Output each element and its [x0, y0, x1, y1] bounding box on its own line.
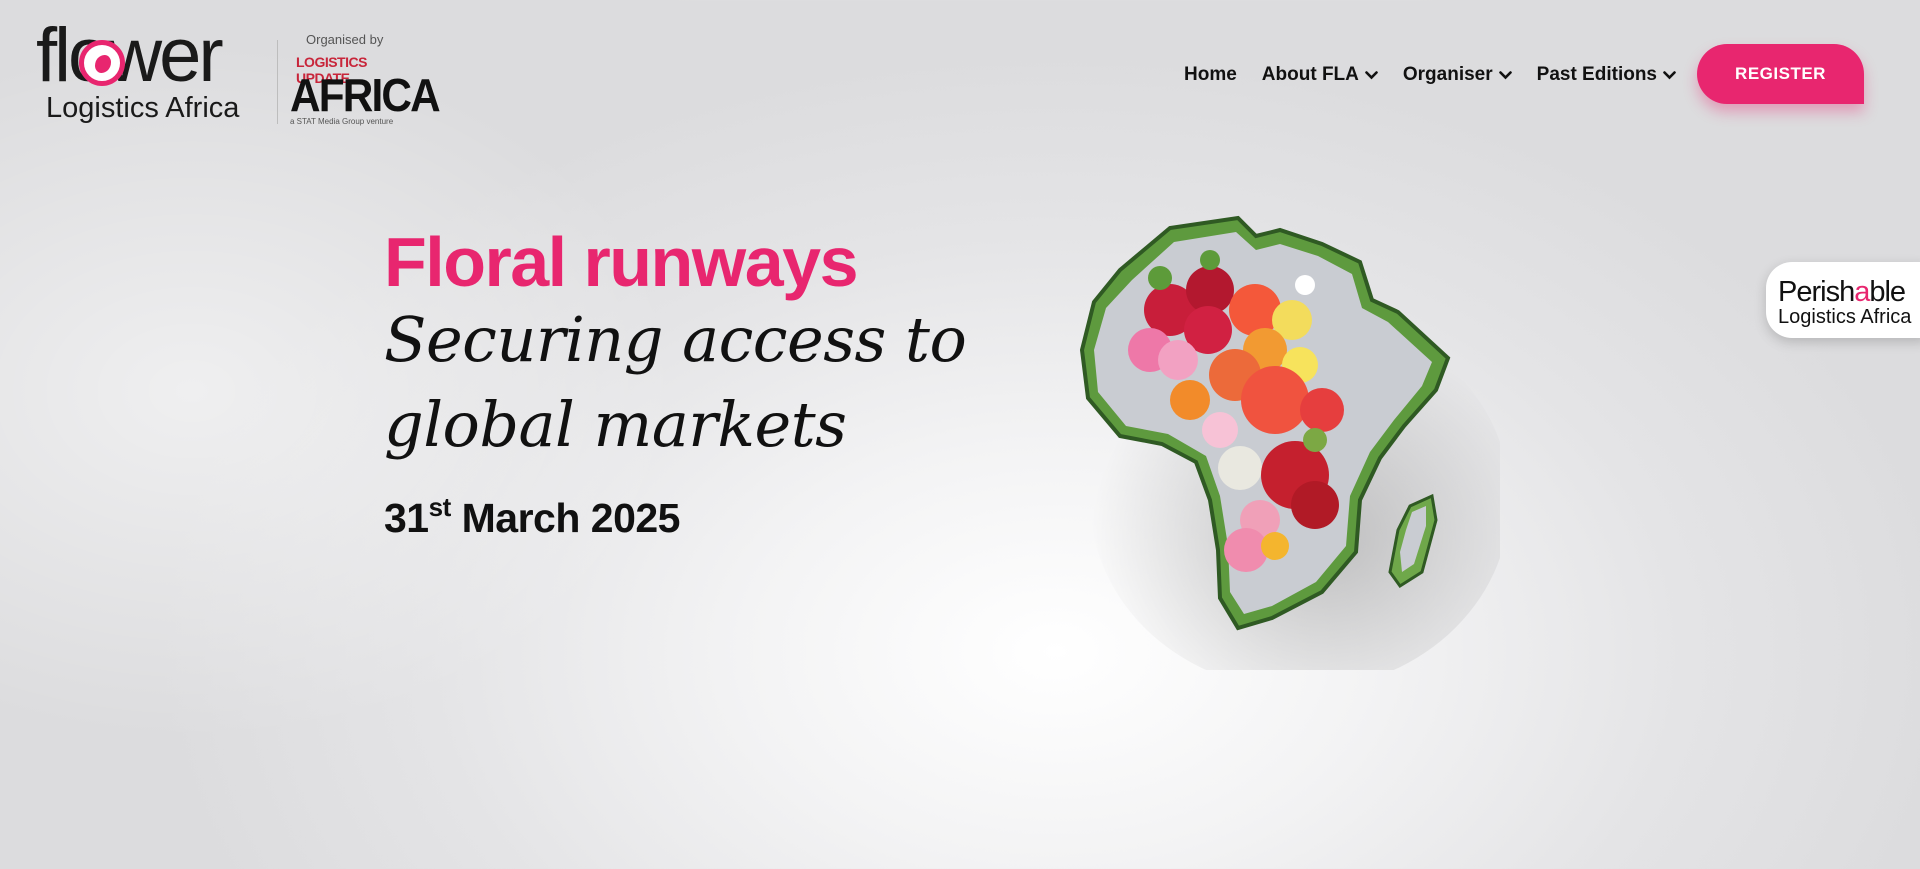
badge-title-part-2: ble [1869, 276, 1906, 308]
chevron-down-icon [1498, 64, 1512, 86]
event-date: 31st March 2025 [384, 492, 680, 542]
organiser-main-text: AFRICA [290, 69, 441, 121]
hero-title: Floral runways [384, 223, 859, 301]
nav-organiser[interactable]: Organiser [1403, 64, 1512, 86]
register-button[interactable]: REGISTER [1697, 44, 1864, 104]
chevron-down-icon [1663, 64, 1676, 86]
logo-word: flower [36, 13, 224, 98]
event-date-suffix: st [428, 492, 452, 522]
hero-subtitle-line-1: Securing access to [384, 303, 967, 376]
organiser-tagline: a STAT Media Group venture [290, 117, 394, 126]
nav-organiser-label: Organiser [1402, 64, 1493, 85]
flower-logistics-africa-logo[interactable]: flower Logistics Africa [36, 18, 272, 130]
africa-map-image [1079, 215, 1510, 690]
nav-home[interactable]: Home [1184, 64, 1237, 86]
event-date-rest: March 2025 [450, 495, 681, 541]
logo-divider [277, 40, 278, 124]
main-nav: Home About FLA Organiser Past Editions [1184, 64, 1701, 86]
flower-emblem-icon [79, 40, 125, 86]
hero-subtitle-line-2: global markets [384, 388, 847, 461]
badge-title-part-1: Perish [1778, 276, 1855, 308]
logo-subtitle: Logistics Africa [46, 92, 240, 124]
event-date-day: 31 [384, 495, 429, 541]
africa-flower-illustration [1060, 200, 1510, 690]
perishable-logistics-africa-badge[interactable]: Perishable Logistics Africa [1766, 262, 1920, 338]
logistics-update-africa-logo[interactable]: Organised by LOGISTICS UPDATE AFRICA a S… [288, 32, 441, 132]
organised-by-label: Organised by [306, 32, 384, 47]
badge-subtitle: Logistics Africa [1778, 306, 1912, 328]
nav-about-fla-label: About FLA [1261, 64, 1359, 85]
nav-about-fla[interactable]: About FLA [1262, 64, 1378, 86]
nav-past-editions[interactable]: Past Editions [1537, 64, 1676, 86]
nav-home-label: Home [1184, 64, 1237, 85]
badge-title-accent: a [1854, 276, 1870, 308]
badge-title: Perishable [1778, 276, 1906, 309]
nav-past-editions-label: Past Editions [1536, 64, 1657, 85]
chevron-down-icon [1365, 64, 1378, 86]
